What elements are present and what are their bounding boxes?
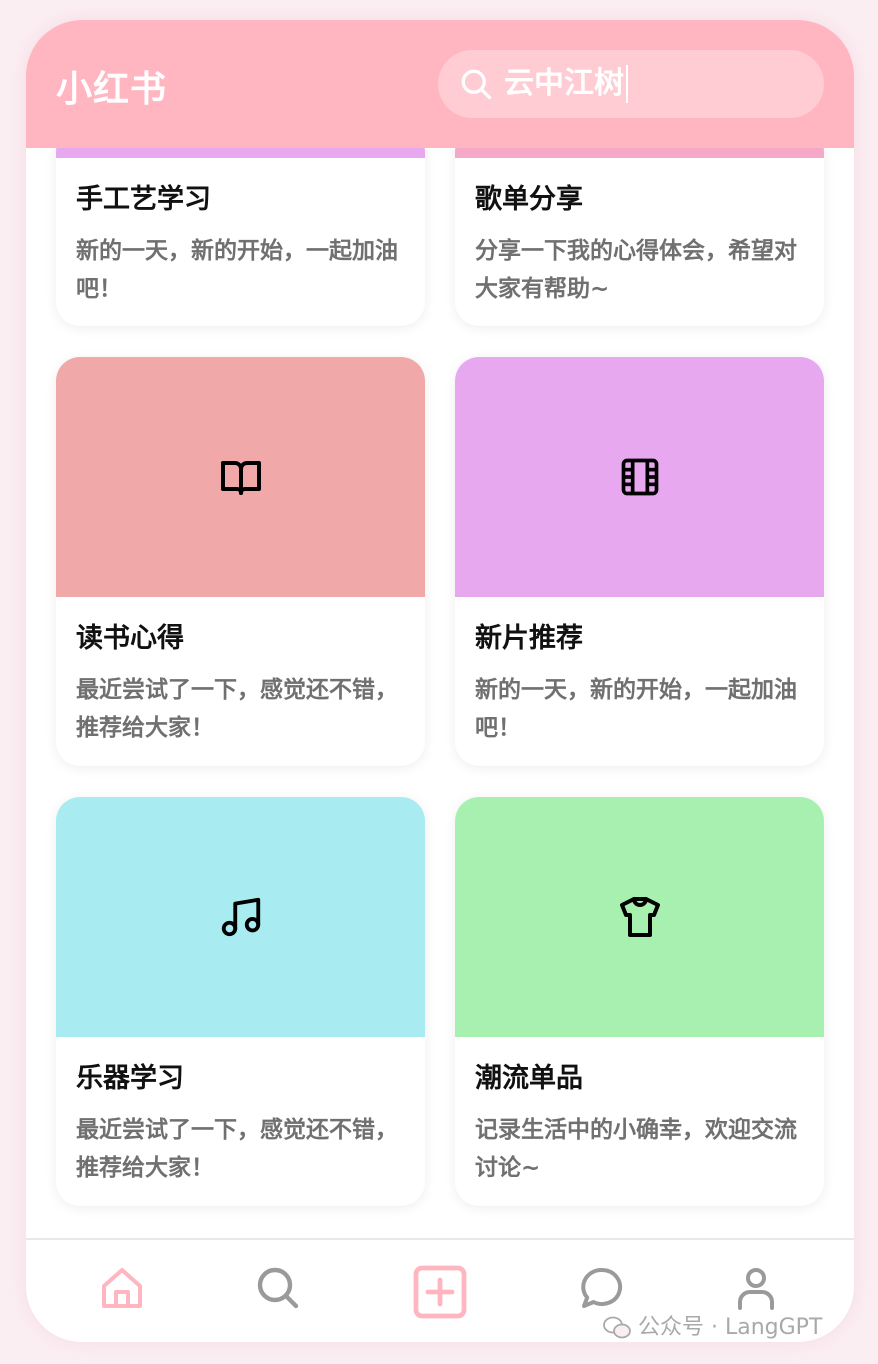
card-cover <box>455 357 824 597</box>
card-title: 新片推荐 <box>475 623 583 654</box>
card-cover <box>56 357 425 597</box>
header: 小红书 云中江树 <box>26 20 854 148</box>
tshirt-icon <box>619 897 660 937</box>
card-description: 记录生活中的小确幸，欢迎交流讨论~ <box>475 1117 797 1181</box>
app-brand: 小红书 <box>56 69 168 110</box>
feed[interactable]: 手工艺学习 新的一天，新的开始，一起加油吧！ 歌单分享 分享一下我的心得体会，希… <box>26 20 854 1238</box>
search-icon <box>257 1267 299 1309</box>
film-icon <box>621 458 658 496</box>
search-bar[interactable]: 云中江树 <box>438 50 824 118</box>
card-cover <box>56 797 425 1037</box>
phone-frame: 手工艺学习 新的一天，新的开始，一起加油吧！ 歌单分享 分享一下我的心得体会，希… <box>26 20 854 1342</box>
nav-home[interactable] <box>92 1264 152 1324</box>
watermark: 公众号 · LangGPT <box>602 1312 822 1344</box>
note-card[interactable]: 读书心得 最近尝试了一下，感觉还不错，推荐给大家！ <box>56 357 425 766</box>
search-input[interactable]: 云中江树 <box>504 65 628 103</box>
watermark-text: 公众号 · LangGPT <box>638 1315 823 1340</box>
note-card[interactable]: 歌单分享 分享一下我的心得体会，希望对大家有帮助~ <box>455 128 824 326</box>
card-description: 最近尝试了一下，感觉还不错，推荐给大家！ <box>76 677 398 741</box>
card-cover <box>455 797 824 1037</box>
card-title: 歌单分享 <box>475 184 583 215</box>
card-description: 新的一天，新的开始，一起加油吧！ <box>475 677 797 741</box>
card-description: 新的一天，新的开始，一起加油吧！ <box>76 238 398 302</box>
card-title: 潮流单品 <box>475 1063 583 1094</box>
nav-search[interactable] <box>248 1264 308 1324</box>
card-title: 乐器学习 <box>76 1063 184 1094</box>
note-card[interactable]: 潮流单品 记录生活中的小确幸，欢迎交流讨论~ <box>455 797 824 1206</box>
wechat-icon <box>603 1316 631 1339</box>
search-query: 云中江树 <box>504 66 624 101</box>
plus-icon <box>413 1265 467 1319</box>
nav-publish[interactable] <box>410 1264 470 1324</box>
note-card[interactable]: 乐器学习 最近尝试了一下，感觉还不错，推荐给大家！ <box>56 797 425 1206</box>
card-title: 手工艺学习 <box>76 184 211 215</box>
message-icon <box>581 1267 623 1308</box>
card-description: 最近尝试了一下，感觉还不错，推荐给大家！ <box>76 1117 398 1181</box>
music-note-icon <box>221 897 260 937</box>
book-icon <box>220 461 261 495</box>
text-caret <box>626 65 628 103</box>
card-description: 分享一下我的心得体会，希望对大家有帮助~ <box>475 238 797 302</box>
search-icon <box>461 69 492 100</box>
card-title: 读书心得 <box>76 623 184 654</box>
home-icon <box>102 1268 142 1308</box>
profile-icon <box>738 1268 774 1310</box>
note-card[interactable]: 手工艺学习 新的一天，新的开始，一起加油吧！ <box>56 128 425 326</box>
note-card[interactable]: 新片推荐 新的一天，新的开始，一起加油吧！ <box>455 357 824 766</box>
